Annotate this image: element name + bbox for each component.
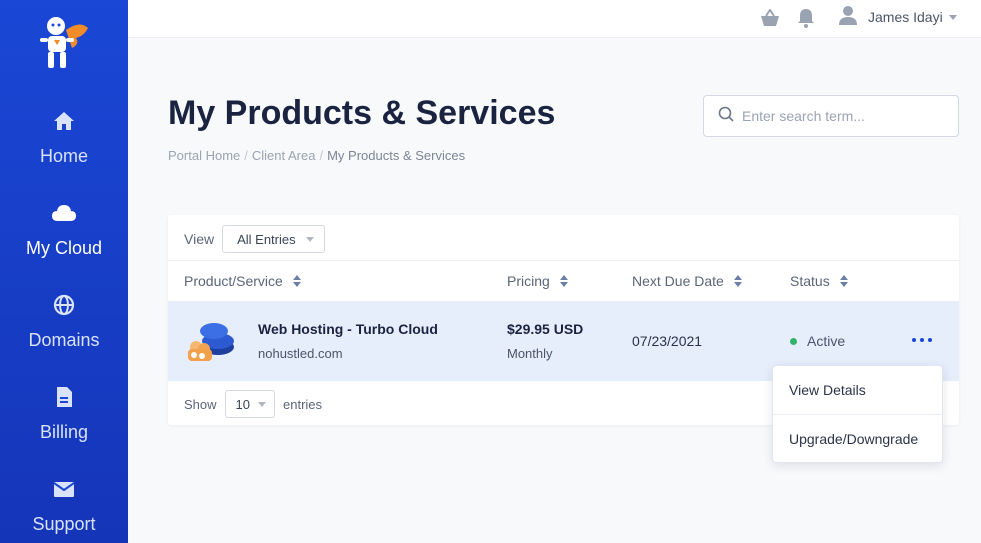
user-name: James Idayi	[868, 9, 943, 25]
breadcrumb-link-client-area[interactable]: Client Area	[252, 148, 316, 163]
product-domain: nohustled.com	[258, 346, 343, 361]
sort-icon	[839, 275, 848, 287]
status-label: Active	[807, 333, 846, 349]
column-header-pricing[interactable]: Pricing	[507, 273, 568, 289]
column-header-label: Next Due Date	[632, 273, 724, 289]
search-icon	[718, 106, 734, 127]
breadcrumb-separator: /	[319, 148, 324, 163]
sidebar-item-home[interactable]: Home	[0, 108, 128, 200]
document-icon	[51, 384, 77, 410]
column-header-status[interactable]: Status	[790, 273, 848, 289]
billing-cycle: Monthly	[507, 346, 553, 361]
user-icon	[838, 5, 858, 30]
breadcrumb-current: My Products & Services	[327, 148, 466, 163]
dot	[912, 338, 916, 342]
sidebar-item-label: Domains	[28, 330, 100, 350]
sort-icon	[733, 275, 742, 287]
next-due-date: 07/23/2021	[632, 333, 703, 349]
show-label: Show	[184, 396, 217, 412]
sidebar-item-label: Support	[32, 514, 96, 534]
product-name: Web Hosting - Turbo Cloud	[258, 321, 438, 337]
user-menu[interactable]: James Idayi	[838, 5, 957, 30]
cart-icon[interactable]	[759, 7, 781, 29]
sidebar-item-my-cloud[interactable]: My Cloud	[0, 200, 128, 292]
product-price: $29.95 USD	[507, 321, 584, 337]
more-actions-button[interactable]	[910, 331, 934, 349]
menu-item-view-details[interactable]: View Details	[773, 366, 942, 414]
view-label: View	[184, 231, 215, 247]
chevron-down-icon	[258, 401, 266, 407]
top-bar: James Idayi	[128, 0, 981, 38]
page-title: My Products & Services	[168, 94, 556, 132]
cloud-icon	[51, 200, 77, 226]
sidebar-item-label: Billing	[39, 422, 89, 442]
view-select-value: All Entries	[237, 231, 296, 247]
breadcrumb-link-portal-home[interactable]: Portal Home	[168, 148, 240, 163]
search-box	[703, 95, 959, 137]
view-filter: View All Entries	[184, 225, 325, 253]
sidebar-item-label: Home	[39, 146, 88, 166]
view-select[interactable]: All Entries	[222, 225, 325, 253]
superhero-logo[interactable]	[36, 14, 92, 72]
sidebar-item-label: My Cloud	[25, 238, 103, 258]
status-dot-icon	[790, 337, 797, 345]
bell-icon[interactable]	[795, 7, 817, 29]
entries-select[interactable]: 10	[224, 390, 275, 418]
column-header-label: Product/Service	[184, 273, 283, 289]
divider	[168, 260, 959, 261]
sidebar-item-domains[interactable]: Domains	[0, 292, 128, 384]
dot	[928, 338, 932, 342]
cloud-hosting-icon	[184, 319, 236, 363]
chevron-down-icon	[305, 236, 314, 242]
dot	[920, 338, 924, 342]
status-badge: Active	[790, 333, 845, 349]
breadcrumb-separator: /	[244, 148, 248, 163]
actions-dropdown: View Details Upgrade/Downgrade	[772, 365, 943, 463]
column-header-label: Status	[790, 273, 830, 289]
entries-select-value: 10	[235, 396, 250, 412]
sidebar: Home My Cloud Domains Billing Support	[0, 0, 128, 543]
sidebar-item-support[interactable]: Support	[0, 476, 128, 543]
sort-icon	[559, 275, 568, 287]
globe-icon	[51, 292, 77, 318]
sort-icon	[292, 275, 301, 287]
column-header-next-due-date[interactable]: Next Due Date	[632, 273, 742, 289]
menu-item-upgrade-downgrade[interactable]: Upgrade/Downgrade	[773, 415, 942, 463]
home-icon	[51, 108, 77, 134]
envelope-icon	[51, 476, 77, 502]
entries-label: entries	[283, 396, 323, 412]
column-header-product[interactable]: Product/Service	[184, 273, 301, 289]
sidebar-item-billing[interactable]: Billing	[0, 384, 128, 476]
entries-per-page: Show 10 entries	[184, 390, 322, 418]
chevron-down-icon	[948, 14, 957, 20]
breadcrumb: Portal Home / Client Area / My Products …	[168, 148, 465, 163]
column-header-label: Pricing	[507, 273, 550, 289]
search-input[interactable]	[742, 108, 942, 124]
